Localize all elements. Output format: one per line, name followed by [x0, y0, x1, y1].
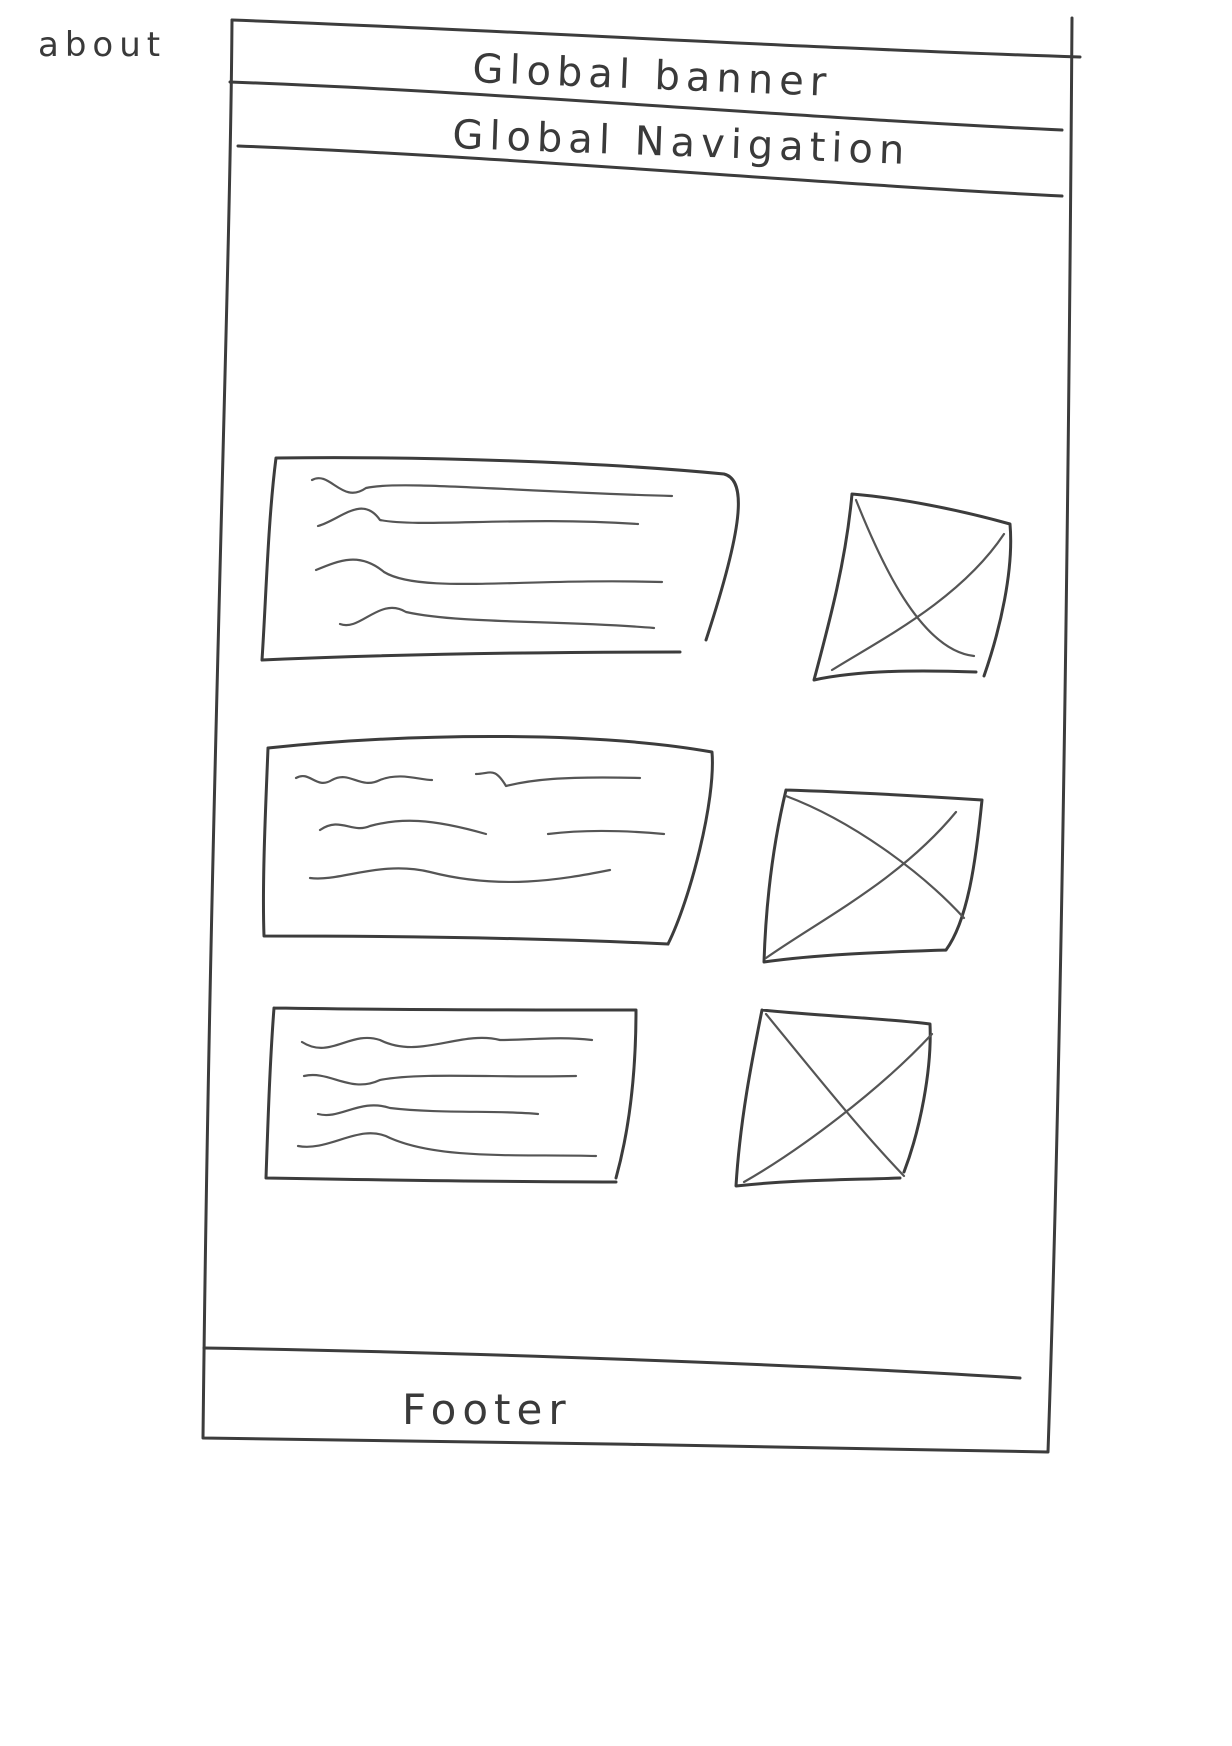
text-block [264, 1006, 638, 1184]
image-cross-line [764, 1012, 906, 1178]
text-block-frame [261, 734, 714, 946]
crossed-box-image-icon [812, 492, 1013, 682]
text-line [308, 867, 612, 884]
footer[interactable]: Footer [202, 1346, 1022, 1434]
text-block [261, 734, 714, 946]
text-line [310, 477, 674, 498]
image-frame [812, 492, 1013, 682]
text-line [316, 1104, 540, 1117]
image-frame [734, 1008, 932, 1188]
content-row [264, 1006, 934, 1188]
image-frame [762, 788, 984, 964]
text-line [338, 606, 656, 630]
crossed-box-image-icon [762, 788, 984, 964]
crossed-box-image-icon [734, 1008, 934, 1188]
footer-top-line [202, 1346, 1022, 1380]
image-cross-line [830, 532, 1006, 672]
text-line [294, 775, 434, 784]
banner-top-line [230, 18, 1082, 59]
wireframe-sketch: about Global banner Global Navigation Fo… [38, 16, 1082, 1454]
global-navigation-label: Global Navigation [452, 112, 911, 174]
image-cross-line [784, 794, 966, 920]
image-cross-line [854, 498, 976, 658]
content-row [261, 734, 984, 964]
text-line [546, 829, 666, 836]
text-line [316, 507, 640, 528]
image-placeholder [762, 788, 984, 964]
text-line [314, 558, 664, 585]
page-frame [201, 16, 1074, 1454]
page-label: about [38, 25, 166, 65]
text-line [302, 1073, 578, 1086]
text-line [300, 1036, 594, 1049]
content-row [260, 456, 1013, 682]
image-placeholder [812, 492, 1013, 682]
global-banner[interactable]: Global banner [228, 18, 1082, 132]
text-block [260, 456, 740, 662]
text-line [296, 1132, 598, 1158]
text-line [318, 819, 488, 836]
text-line [474, 771, 642, 788]
image-placeholder [734, 1008, 934, 1188]
footer-label: Footer [402, 1385, 572, 1434]
image-cross-line [742, 1032, 934, 1184]
